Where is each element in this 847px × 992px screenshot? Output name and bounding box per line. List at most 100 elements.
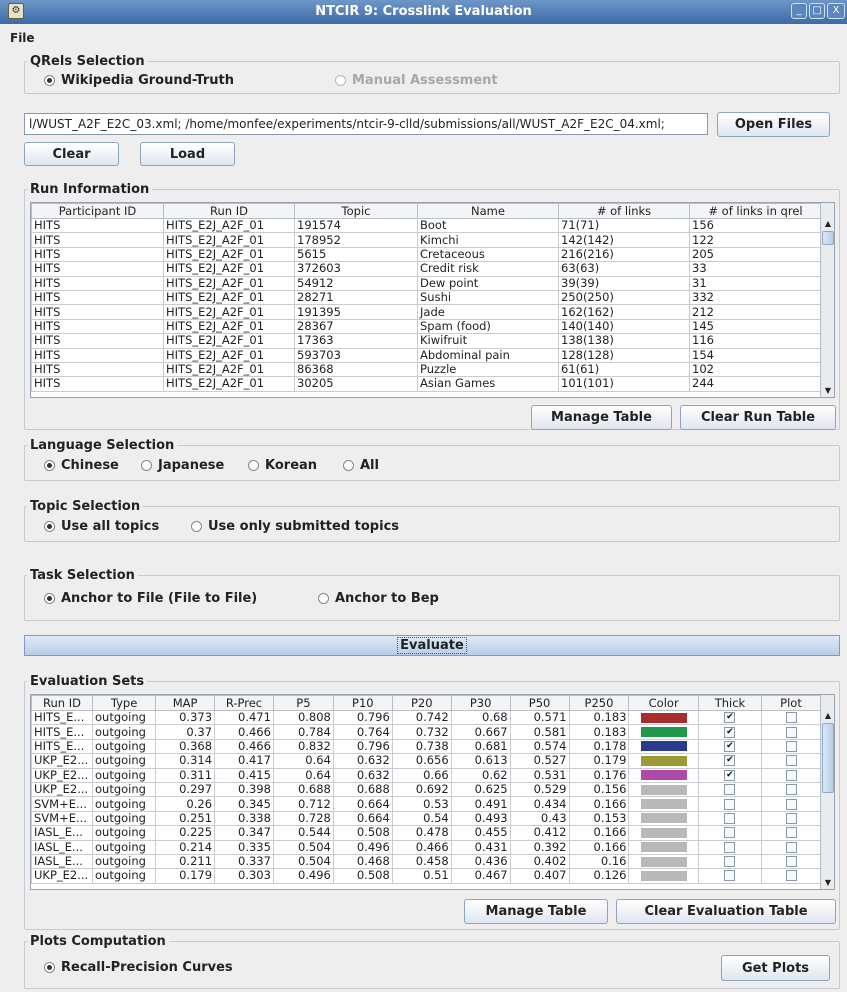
table-row[interactable]: HITS_E... outgoing 0.37 0.466 0.784 0.764 0.73… (31, 724, 821, 740)
metric-cell[interactable]: 0.496 (272, 868, 334, 884)
table-cell[interactable]: 142(142) (558, 232, 690, 248)
metric-cell[interactable]: 0.335 (214, 839, 274, 855)
color-swatch[interactable] (640, 784, 687, 795)
table-cell[interactable]: 593703 (294, 347, 418, 363)
scroll-thumb[interactable] (822, 723, 834, 793)
table-cell[interactable]: 205 (689, 246, 822, 263)
table-cell[interactable]: Sushi (417, 289, 559, 306)
table-row[interactable]: HITS HITS_E2J_A2F_01 17363 Kiwifruit 138(138… (31, 333, 822, 349)
table-cell[interactable]: Boot (417, 217, 559, 234)
metric-cell[interactable]: 0.407 (509, 868, 570, 884)
radio-use-submitted-topics[interactable]: Use only submitted topics (191, 519, 399, 534)
manage-evaluation-table-button[interactable]: Manage Table (464, 899, 608, 924)
run-id-cell[interactable]: IASL_E... (31, 825, 94, 841)
metric-cell[interactable]: 0.398 (214, 781, 274, 798)
type-cell[interactable]: outgoing (92, 839, 157, 855)
table-row[interactable]: IASL_E... outgoing 0.211 0.337 0.504 0.468 0.4… (31, 853, 821, 870)
table-cell[interactable]: HITS_E2J_A2F_01 (163, 246, 295, 263)
table-row[interactable]: UKP_E2... outgoing 0.314 0.417 0.64 0.632 0.65… (31, 753, 821, 769)
table-row[interactable]: HITS HITS_E2J_A2F_01 54912 Dew point 39(39) 3… (31, 275, 822, 291)
metric-cell[interactable]: 0.466 (214, 738, 274, 755)
radio-recall-precision-curves[interactable]: Recall-Precision Curves (44, 960, 233, 975)
metric-cell[interactable]: 0.796 (332, 738, 393, 755)
table-cell[interactable]: 216(216) (558, 246, 690, 263)
table-cell[interactable]: 212 (689, 304, 822, 320)
metric-cell[interactable]: 0.303 (214, 868, 274, 884)
thick-checkbox[interactable] (724, 784, 736, 796)
table-cell[interactable]: HITS (31, 361, 164, 378)
table-cell[interactable]: Dew point (417, 275, 559, 291)
color-cell[interactable] (628, 810, 699, 827)
table-cell[interactable]: 178952 (294, 232, 418, 248)
metric-cell[interactable]: 0.166 (568, 825, 630, 841)
metric-cell[interactable]: 0.37 (155, 724, 216, 740)
color-cell[interactable] (628, 796, 699, 812)
plot-checkbox[interactable] (785, 798, 797, 810)
run-id-cell[interactable]: SVM+E... (31, 796, 94, 812)
table-row[interactable]: SVM+E... outgoing 0.26 0.345 0.712 0.664 0.53 0… (31, 796, 821, 812)
metric-cell[interactable]: 0.688 (332, 781, 393, 798)
metric-cell[interactable]: 0.667 (450, 724, 511, 740)
metric-cell[interactable]: 0.742 (391, 709, 452, 726)
table-cell[interactable]: HITS (31, 347, 164, 363)
scroll-thumb[interactable] (822, 231, 834, 245)
type-cell[interactable]: outgoing (92, 825, 157, 841)
eval-column-header[interactable]: Color (628, 695, 699, 711)
type-cell[interactable]: outgoing (92, 868, 157, 884)
table-row[interactable]: UKP_E2... outgoing 0.297 0.398 0.688 0.688 0.6… (31, 781, 821, 798)
radio-chinese[interactable]: Chinese (44, 458, 119, 473)
thick-checkbox[interactable] (724, 812, 736, 824)
metric-cell[interactable]: 0.728 (272, 810, 334, 827)
color-cell[interactable] (628, 738, 699, 755)
table-row[interactable]: HITS_E... outgoing 0.373 0.471 0.808 0.796 0.7… (31, 709, 821, 726)
color-cell[interactable] (628, 868, 699, 884)
table-row[interactable]: HITS HITS_E2J_A2F_01 191574 Boot 71(71) 156 (31, 217, 822, 234)
metric-cell[interactable]: 0.471 (214, 709, 274, 726)
scroll-down-icon[interactable]: ▼ (821, 876, 834, 889)
table-cell[interactable]: Spam (food) (417, 318, 559, 335)
clear-evaluation-table-button[interactable]: Clear Evaluation Table (616, 899, 836, 924)
run-id-cell[interactable]: IASL_E... (31, 839, 94, 855)
table-cell[interactable]: 332 (689, 289, 822, 306)
table-cell[interactable]: HITS (31, 289, 164, 306)
metric-cell[interactable]: 0.347 (214, 825, 274, 841)
metric-cell[interactable]: 0.417 (214, 753, 274, 769)
table-cell[interactable]: HITS_E2J_A2F_01 (163, 232, 295, 248)
table-cell[interactable]: 154 (689, 347, 822, 363)
plot-checkbox[interactable] (785, 755, 797, 767)
metric-cell[interactable]: 0.166 (568, 796, 630, 812)
metric-cell[interactable]: 0.504 (272, 839, 334, 855)
table-cell[interactable]: 191395 (294, 304, 418, 320)
table-cell[interactable]: HITS (31, 333, 164, 349)
table-cell[interactable]: 372603 (294, 261, 418, 277)
metric-cell[interactable]: 0.571 (509, 709, 570, 726)
table-cell[interactable]: HITS (31, 261, 164, 277)
metric-cell[interactable]: 0.166 (568, 839, 630, 855)
table-cell[interactable]: HITS_E2J_A2F_01 (163, 333, 295, 349)
run-column-header[interactable]: Topic (294, 203, 418, 219)
run-id-cell[interactable]: HITS_E... (31, 724, 94, 740)
metric-cell[interactable]: 0.251 (155, 810, 216, 827)
radio-japanese[interactable]: Japanese (141, 458, 224, 473)
metric-cell[interactable]: 0.54 (391, 810, 452, 827)
metric-cell[interactable]: 0.345 (214, 796, 274, 812)
run-column-header[interactable]: Participant ID (31, 203, 164, 219)
table-cell[interactable]: 86368 (294, 361, 418, 378)
metric-cell[interactable]: 0.402 (509, 853, 570, 870)
color-swatch[interactable] (640, 870, 687, 881)
metric-cell[interactable]: 0.211 (155, 853, 216, 870)
run-column-header[interactable]: Run ID (163, 203, 295, 219)
run-id-cell[interactable]: UKP_E2... (31, 868, 94, 884)
table-row[interactable]: HITS HITS_E2J_A2F_01 372603 Credit risk 63(6… (31, 261, 822, 277)
table-cell[interactable]: 128(128) (558, 347, 690, 363)
metric-cell[interactable]: 0.688 (272, 781, 334, 798)
metric-cell[interactable]: 0.297 (155, 781, 216, 798)
metric-cell[interactable]: 0.64 (272, 767, 334, 783)
table-cell[interactable]: 191574 (294, 217, 418, 234)
table-cell[interactable]: HITS_E2J_A2F_01 (163, 361, 295, 378)
metric-cell[interactable]: 0.544 (272, 825, 334, 841)
scroll-up-icon[interactable]: ▲ (821, 217, 834, 231)
metric-cell[interactable]: 0.51 (391, 868, 452, 884)
metric-cell[interactable]: 0.434 (509, 796, 570, 812)
scroll-up-icon[interactable]: ▲ (821, 709, 834, 723)
